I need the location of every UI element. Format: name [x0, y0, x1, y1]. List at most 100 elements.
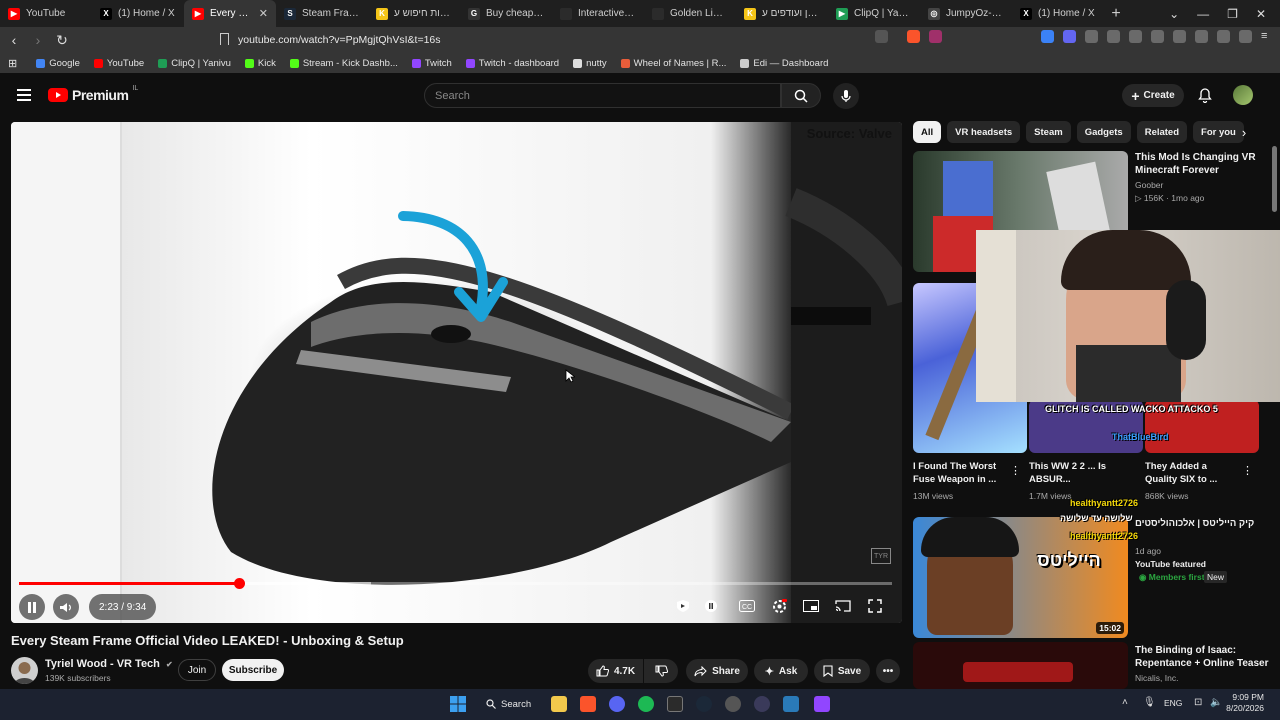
extension-icon-2[interactable]	[1063, 30, 1076, 43]
more-vert-icon[interactable]: ⋮	[1010, 464, 1021, 477]
video-player[interactable]: Source: Valve TYR 2:23 / 9:34 CC	[11, 122, 902, 623]
browser-tab[interactable]: X (1) Home / X	[92, 0, 184, 27]
search-input[interactable]: Search	[424, 83, 781, 108]
account-avatar[interactable]	[1233, 85, 1253, 105]
tray-chevron-icon[interactable]: ˄	[1122, 697, 1128, 708]
browser-tab[interactable]: K מציאון ועודפים ע	[736, 0, 828, 27]
browser-tab[interactable]: X (1) Home / X	[1012, 0, 1104, 27]
puzzle-icon[interactable]	[1107, 30, 1120, 43]
discord-icon[interactable]	[609, 696, 625, 712]
spotify-icon[interactable]	[638, 696, 654, 712]
rec-title-2[interactable]: קיק הייליטס | אלכוהוליסטים	[1135, 517, 1275, 530]
more-vert-icon[interactable]: ⋮	[1242, 464, 1253, 477]
brave-shield-icon[interactable]	[907, 30, 920, 43]
forward-icon[interactable]: ›	[28, 30, 48, 50]
channel-watermark[interactable]: TYR	[871, 548, 891, 564]
channel-avatar[interactable]	[11, 657, 38, 684]
subscribe-button[interactable]: Subscribe	[222, 659, 284, 681]
dislike-button[interactable]	[644, 659, 678, 683]
miniplayer-icon[interactable]	[801, 596, 821, 616]
bookmark-item[interactable]: Edi — Dashboard	[735, 58, 833, 69]
settings-gear-icon[interactable]	[769, 596, 789, 616]
bookmark-item[interactable]: nutty	[568, 58, 612, 69]
cast-icon[interactable]	[833, 596, 853, 616]
join-button[interactable]: Join	[178, 659, 216, 681]
rec-title-3[interactable]: The Binding of Isaac: Repentance + Onlin…	[1135, 644, 1275, 670]
bookmark-item[interactable]: YouTube	[89, 58, 149, 69]
captions-icon[interactable]: CC	[737, 596, 757, 616]
obs-icon[interactable]	[725, 696, 741, 712]
channel-name[interactable]: Tyriel Wood - VR Tech ✔	[45, 658, 173, 670]
taskbar-search[interactable]: Search	[486, 694, 531, 714]
filter-chip[interactable]: VR headsets	[947, 121, 1021, 143]
extension-icon-5[interactable]	[1217, 30, 1230, 43]
notifications-bell-icon[interactable]	[1196, 86, 1214, 104]
tab-close-icon[interactable]: ✕	[259, 7, 268, 20]
url-field[interactable]: youtube.com/watch?v=PpMgjtQhVsI&t=16s	[238, 31, 441, 49]
progress-bar[interactable]	[19, 578, 892, 589]
rec-channel-3[interactable]: Nicalis, Inc.	[1135, 673, 1178, 683]
rec-thumbnail-3[interactable]	[913, 642, 1128, 689]
browser-tab[interactable]: ▶ ClipQ | Yanivu	[828, 0, 920, 27]
extension-icon-3[interactable]	[1085, 30, 1098, 43]
rec-title-short-2[interactable]: This WW 2 2 ... Is ABSUR...	[1029, 460, 1129, 486]
minimize-icon[interactable]: —	[1197, 7, 1209, 21]
browser-tab[interactable]: ▶ Every Ste ✕	[184, 0, 276, 27]
browser-tab[interactable]: K תוצאות חיפוש ע	[368, 0, 460, 27]
maximize-icon[interactable]: ❐	[1227, 7, 1238, 21]
bookmark-item[interactable]: Twitch	[407, 58, 457, 69]
epic-games-icon[interactable]	[667, 696, 683, 712]
tab-search-icon[interactable]: ⌄	[1169, 7, 1179, 21]
bookmark-item[interactable]: Wheel of Names | R...	[616, 58, 732, 69]
scrubber-handle[interactable]	[233, 578, 245, 589]
rec-channel-1[interactable]: Goober	[1135, 180, 1163, 190]
close-window-icon[interactable]: ✕	[1256, 7, 1266, 21]
microphone-tray-icon[interactable]: 🎙	[1143, 697, 1156, 708]
rec-title-short-3[interactable]: They Added a Quality SIX to ...	[1145, 460, 1241, 486]
bookmark-item[interactable]: Twitch - dashboard	[461, 58, 564, 69]
ask-button[interactable]: ✦ Ask	[754, 659, 808, 683]
volume-button[interactable]	[53, 594, 79, 620]
windows-start-icon[interactable]	[450, 696, 466, 712]
bookmark-item[interactable]: Kick	[240, 58, 281, 69]
autoplay-toggle-icon[interactable]	[701, 596, 721, 616]
pause-button[interactable]	[19, 594, 45, 620]
rec-title-1[interactable]: This Mod Is Changing VR Minecraft Foreve…	[1135, 151, 1270, 177]
file-explorer-icon[interactable]	[551, 696, 567, 712]
voice-search-button[interactable]	[833, 83, 859, 109]
browser-tab[interactable]: ◎ JumpyOz-ezgif.c	[920, 0, 1012, 27]
vpn-icon[interactable]	[1239, 30, 1252, 43]
app-icon-1[interactable]	[754, 696, 770, 712]
sidebar-scrollbar[interactable]	[1272, 146, 1277, 212]
network-icon[interactable]: ⊡	[1194, 697, 1202, 708]
like-button[interactable]: 4.7K	[588, 659, 643, 683]
reload-icon[interactable]: ↻	[52, 30, 72, 50]
system-clock[interactable]: 9:09 PM 8/20/2026	[1226, 692, 1264, 714]
filter-chip[interactable]: Steam	[1026, 121, 1071, 143]
bookmark-item[interactable]: ClipQ | Yanivu	[153, 58, 236, 69]
more-actions-button[interactable]: •••	[876, 659, 900, 683]
download-icon[interactable]	[1129, 30, 1142, 43]
extension-icon-1[interactable]	[1041, 30, 1054, 43]
browser-tab[interactable]: S Steam Frame	[276, 0, 368, 27]
brave-rewards-icon[interactable]	[929, 30, 942, 43]
filter-chip[interactable]: Gadgets	[1076, 121, 1131, 143]
speaker-icon[interactable]: 🔈	[1210, 697, 1222, 708]
steam-icon[interactable]	[696, 696, 712, 712]
save-button[interactable]: Save	[814, 659, 870, 683]
fullscreen-icon[interactable]	[865, 596, 885, 616]
bookmark-item[interactable]: Google	[31, 58, 85, 69]
browser-tab[interactable]: ▶ YouTube	[0, 0, 92, 27]
extension-icon-4[interactable]	[1151, 30, 1164, 43]
screen-icon[interactable]	[875, 30, 888, 43]
rec-title-short-1[interactable]: I Found The Worst Fuse Weapon in ...	[913, 460, 1009, 486]
sponsorblock-icon[interactable]	[673, 596, 693, 616]
search-button[interactable]	[781, 83, 821, 108]
brave-browser-icon[interactable]	[580, 696, 596, 712]
wallet-icon[interactable]	[1195, 30, 1208, 43]
bookmark-page-icon[interactable]	[220, 33, 229, 45]
menu-icon[interactable]: ≡	[1261, 30, 1274, 43]
create-button[interactable]: + Create	[1122, 84, 1184, 107]
youtube-premium-logo[interactable]: Premium IL	[48, 85, 138, 103]
menu-hamburger-icon[interactable]	[17, 89, 31, 101]
